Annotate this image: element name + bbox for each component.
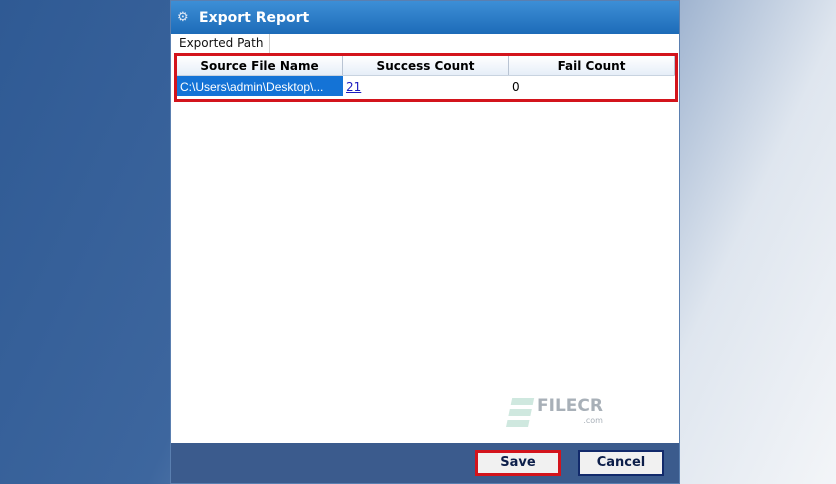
- watermark-text: FILECR: [537, 396, 603, 416]
- header-fail-count[interactable]: Fail Count: [509, 56, 675, 75]
- cell-success: 21: [343, 76, 509, 96]
- report-grid: Source File Name Success Count Fail Coun…: [174, 53, 678, 102]
- tab-exported-path[interactable]: Exported Path: [171, 34, 271, 54]
- window-title: Export Report: [199, 9, 310, 26]
- export-report-dialog: ⚙ Export Report Exported Path Source Fil…: [170, 0, 680, 484]
- watermark-sub: .com: [583, 416, 603, 425]
- grid-header: Source File Name Success Count Fail Coun…: [177, 56, 675, 76]
- cell-fail: 0: [512, 80, 520, 94]
- table-row[interactable]: C:\Users\admin\Desktop\... 21 0: [177, 76, 675, 96]
- watermark-logo-icon: [505, 398, 535, 428]
- dialog-footer: Save Cancel: [171, 443, 679, 483]
- success-count-link[interactable]: 21: [346, 80, 361, 94]
- app-logo-icon: ⚙: [177, 9, 189, 25]
- header-source-file-name[interactable]: Source File Name: [177, 56, 343, 75]
- watermark: FILECR .com: [505, 396, 603, 428]
- title-bar: ⚙ Export Report: [171, 1, 679, 34]
- cell-source-file[interactable]: C:\Users\admin\Desktop\...: [177, 76, 343, 96]
- header-success-count[interactable]: Success Count: [343, 56, 509, 75]
- save-button[interactable]: Save: [475, 450, 561, 476]
- cancel-button[interactable]: Cancel: [578, 450, 664, 476]
- tab-bar: Exported Path: [171, 34, 679, 54]
